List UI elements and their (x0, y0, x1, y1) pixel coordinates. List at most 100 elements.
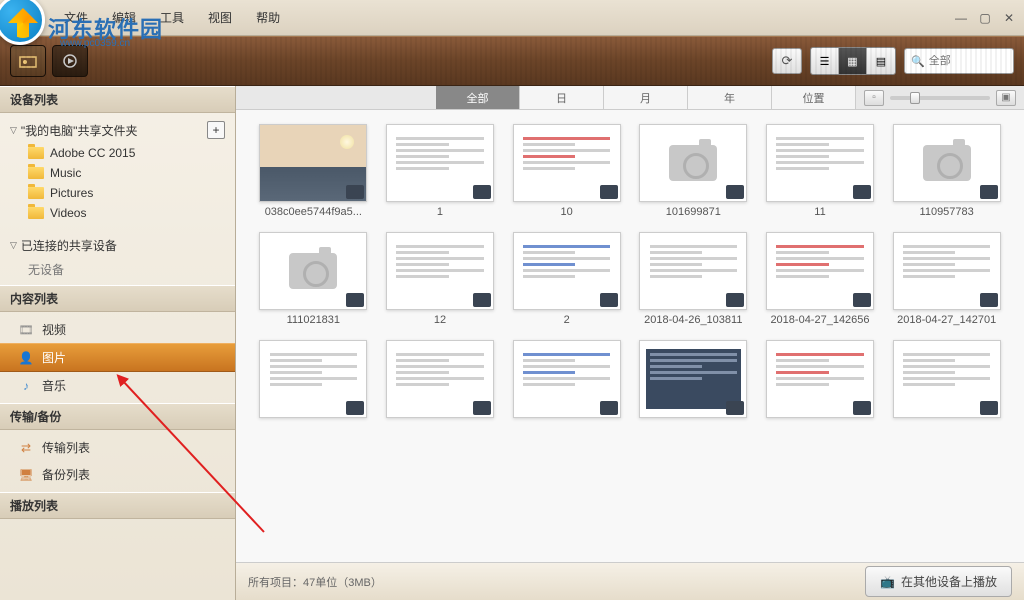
content-item-video[interactable]: 🎞视频 (0, 316, 235, 343)
zoom-slider[interactable] (890, 96, 990, 100)
refresh-button[interactable]: ⟳ (772, 48, 802, 74)
thumbnail-label: 2018-04-27_142656 (770, 314, 869, 326)
thumbnail-item[interactable]: 2 (507, 232, 626, 326)
camera-placeholder-icon (669, 145, 717, 181)
playlist-header: 播放列表 (0, 492, 235, 519)
thumbnail-grid: 038c0ee5744f9a5... 1 10 1016998711111095778… (236, 110, 1024, 562)
device-list-header: 设备列表 (0, 86, 235, 113)
transfer-icon: 🖥 (18, 467, 34, 483)
maximize-button[interactable]: ▢ (978, 11, 992, 25)
grid-view-button[interactable]: ▦ (839, 48, 867, 74)
transfer-label: 传输列表 (42, 439, 90, 456)
view-toggle: ☰ ▦ ▤ (810, 47, 896, 75)
transfer-item[interactable]: 🖥备份列表 (0, 461, 235, 488)
content-label: 图片 (42, 349, 66, 366)
tab-day[interactable]: 日 (520, 86, 604, 109)
thumbnail-image (639, 124, 747, 202)
my-computer-group[interactable]: ▽ "我的电脑"共享文件夹 + (0, 117, 235, 143)
thumbnail-item[interactable] (381, 340, 500, 422)
thumb-badge-icon (473, 185, 491, 199)
menu-tools[interactable]: 工具 (160, 9, 184, 26)
content-list-label: 内容列表 (10, 290, 58, 307)
thumb-badge-icon (980, 293, 998, 307)
thumb-badge-icon (346, 293, 364, 307)
thumbnail-item[interactable] (761, 340, 880, 422)
detail-view-button[interactable]: ▤ (867, 48, 895, 74)
thumb-badge-icon (600, 185, 618, 199)
search-input[interactable] (929, 55, 1007, 67)
folder-label: Adobe CC 2015 (50, 146, 135, 160)
filter-tabs: 全部 日 月 年 位置 ▫ ▣ (236, 86, 1024, 110)
thumbnail-item[interactable]: 11 (761, 124, 880, 218)
tab-year[interactable]: 年 (688, 86, 772, 109)
thumbnail-item[interactable]: 111021831 (254, 232, 373, 326)
thumbnail-item[interactable]: 038c0ee5744f9a5... (254, 124, 373, 218)
refresh-icon: ⟳ (782, 53, 793, 69)
folder-label: Music (50, 166, 81, 180)
folder-icon (28, 207, 44, 219)
device-list-label: 设备列表 (10, 91, 58, 108)
thumb-badge-icon (346, 401, 364, 415)
thumb-badge-icon (726, 293, 744, 307)
thumb-small-button[interactable]: ▫ (864, 90, 884, 106)
folder-label: Pictures (50, 186, 93, 200)
tab-all[interactable]: 全部 (436, 86, 520, 109)
thumbnail-item[interactable]: 12 (381, 232, 500, 326)
thumbnail-item[interactable]: 2018-04-27_142656 (761, 232, 880, 326)
list-view-button[interactable]: ☰ (811, 48, 839, 74)
thumbnail-item[interactable] (507, 340, 626, 422)
thumb-large-button[interactable]: ▣ (996, 90, 1016, 106)
thumbnail-item[interactable] (254, 340, 373, 422)
folder-item[interactable]: Videos (0, 203, 235, 223)
minimize-button[interactable]: — (954, 11, 968, 25)
tab-location[interactable]: 位置 (772, 86, 856, 109)
thumb-badge-icon (600, 293, 618, 307)
thumbnail-item[interactable]: 2018-04-27_142701 (887, 232, 1006, 326)
thumbnail-image (513, 124, 621, 202)
thumbnail-label: 1 (437, 206, 443, 218)
thumbnail-item[interactable] (634, 340, 753, 422)
transfer-item[interactable]: ⇄传输列表 (0, 434, 235, 461)
content-pane: 全部 日 月 年 位置 ▫ ▣ 038c0ee5744f9a5... 1 10 101… (236, 86, 1024, 600)
thumbnail-item[interactable]: 10 (507, 124, 626, 218)
thumb-badge-icon (726, 185, 744, 199)
my-computer-label: "我的电脑"共享文件夹 (21, 122, 138, 139)
thumbnail-label: 2018-04-26_103811 (644, 314, 742, 326)
folder-item[interactable]: Music (0, 163, 235, 183)
thumbnail-item[interactable]: 101699871 (634, 124, 753, 218)
folder-icon (28, 167, 44, 179)
thumb-badge-icon (600, 401, 618, 415)
thumbnail-label: 038c0ee5744f9a5... (265, 206, 362, 218)
search-box[interactable]: 🔍 (904, 48, 1014, 74)
menu-help[interactable]: 帮助 (256, 9, 280, 26)
thumbnail-image (259, 124, 367, 202)
cast-icon: 📺 (880, 575, 895, 589)
menu-view[interactable]: 视图 (208, 9, 232, 26)
thumbnail-label: 10 (561, 206, 573, 218)
close-button[interactable]: ✕ (1002, 11, 1016, 25)
folder-item[interactable]: Pictures (0, 183, 235, 203)
thumb-badge-icon (726, 401, 744, 415)
window-controls: — ▢ ✕ (954, 11, 1016, 25)
thumbnail-item[interactable]: 1 (381, 124, 500, 218)
folder-item[interactable]: Adobe CC 2015 (0, 143, 235, 163)
play-video-button[interactable] (52, 45, 88, 77)
tab-month[interactable]: 月 (604, 86, 688, 109)
thumbnail-image (766, 232, 874, 310)
content-item-image[interactable]: 👤图片 (0, 343, 235, 372)
thumbnail-item[interactable]: 110957783 (887, 124, 1006, 218)
thumbnail-label: 2018-04-27_142701 (897, 314, 996, 326)
thumbnail-item[interactable]: 2018-04-26_103811 (634, 232, 753, 326)
content-label: 视频 (42, 321, 66, 338)
content-item-music[interactable]: ♪音乐 (0, 372, 235, 399)
thumbnail-image (639, 232, 747, 310)
add-folder-button[interactable]: + (207, 121, 225, 139)
thumbnail-item[interactable] (887, 340, 1006, 422)
connected-devices-group[interactable]: ▽ 已连接的共享设备 (0, 233, 235, 258)
folder-icon (28, 187, 44, 199)
content-label: 音乐 (42, 377, 66, 394)
thumb-badge-icon (853, 185, 871, 199)
titlebar: 河东软件园 www.pc0359.cn 文件 编辑 工具 视图 帮助 — ▢ ✕ (0, 0, 1024, 36)
play-on-device-button[interactable]: 📺 在其他设备上播放 (865, 566, 1012, 597)
thumbnail-image (893, 232, 1001, 310)
